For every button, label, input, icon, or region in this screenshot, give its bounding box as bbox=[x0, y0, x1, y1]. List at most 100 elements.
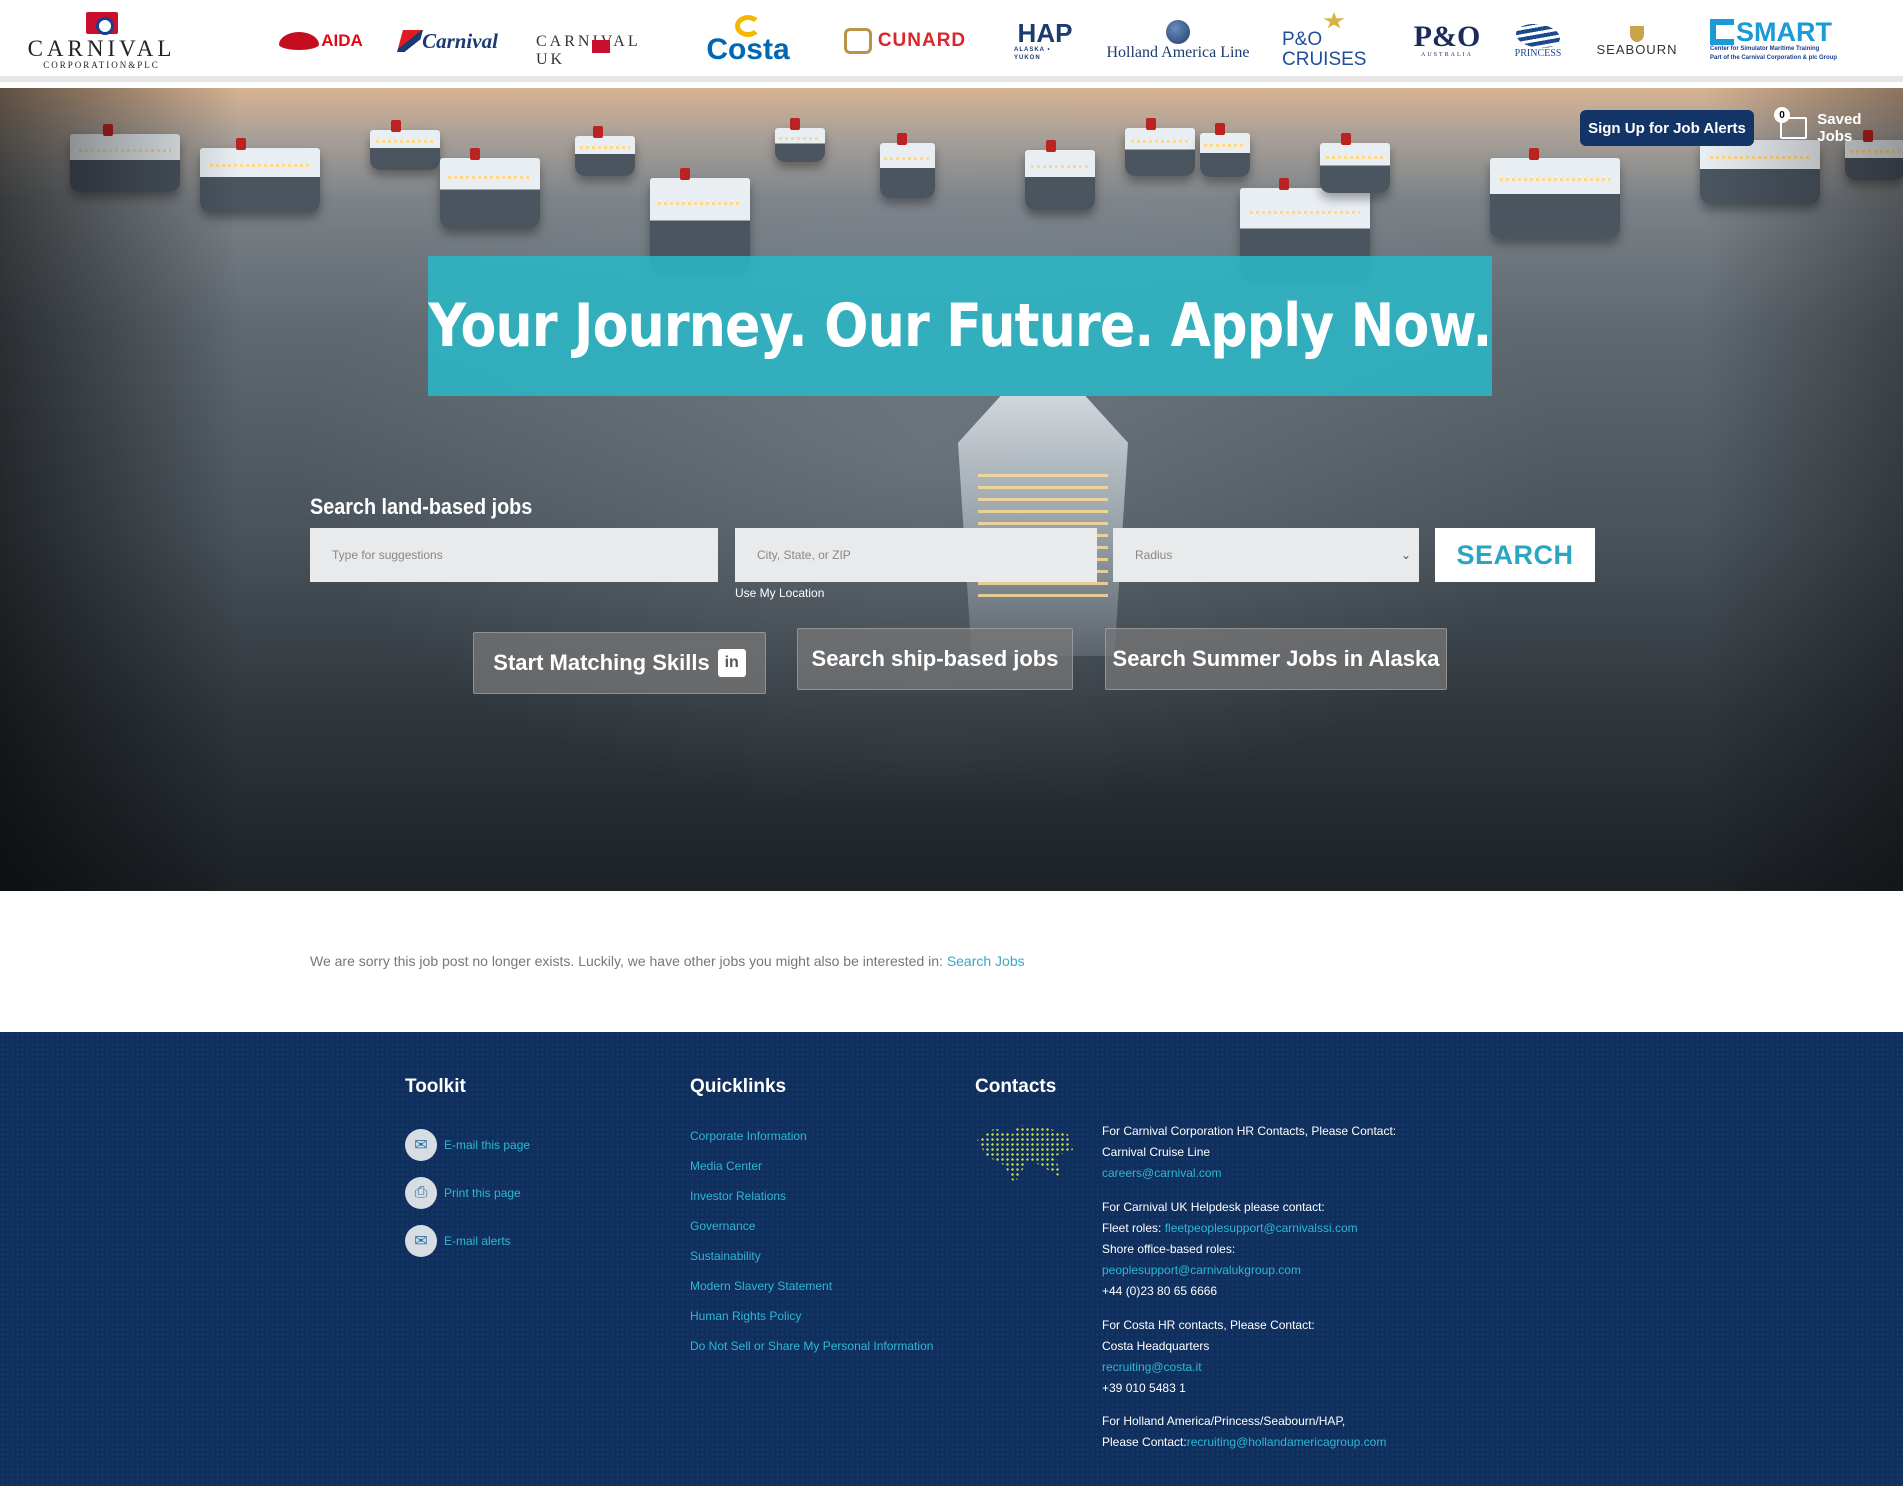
footer bbox=[0, 1032, 1903, 1486]
contact-text: Please Contact: bbox=[1102, 1435, 1187, 1449]
csmart-c-icon bbox=[1710, 19, 1734, 45]
quicklink-item[interactable]: Modern Slavery Statement bbox=[690, 1279, 832, 1293]
brand-aida-label: AIDA bbox=[321, 31, 363, 50]
keyword-input[interactable]: Type for suggestions bbox=[310, 528, 718, 582]
hero-headline-box: Your Journey. Our Future. Apply Now. bbox=[428, 256, 1492, 396]
alaska-jobs-button[interactable]: Search Summer Jobs in Alaska bbox=[1105, 628, 1447, 690]
brand-hap-sub: ALASKA • YUKON bbox=[1014, 47, 1051, 61]
brand-csmart-sub2: Part of the Carnival Corporation & plc G… bbox=[1710, 55, 1838, 61]
contact-email-link[interactable]: peoplesupport@carnivalukgroup.com bbox=[1102, 1263, 1301, 1277]
start-matching-skills-button[interactable]: Start Matching Skills in bbox=[473, 632, 766, 694]
radius-placeholder: Radius bbox=[1135, 548, 1173, 562]
email-page-link[interactable]: ✉ E-mail this page bbox=[405, 1129, 530, 1161]
saved-jobs-count: 0 bbox=[1774, 107, 1790, 123]
quicklink-item[interactable]: Investor Relations bbox=[690, 1189, 786, 1203]
quicklink-item[interactable]: Sustainability bbox=[690, 1249, 761, 1263]
cunard-crest-icon bbox=[843, 28, 872, 54]
contact-line: Please Contact:recruiting@hollandamerica… bbox=[1102, 1435, 1386, 1449]
logo-line1: CARNIVAL bbox=[27, 36, 176, 61]
brand-po-australia-label: P&O bbox=[1413, 20, 1481, 53]
brand-po-australia[interactable]: P&O AUSTRALIA bbox=[1413, 0, 1481, 82]
contact-text: For Holland America/Princess/Seabourn/HA… bbox=[1102, 1414, 1346, 1428]
saved-jobs-label: Saved Jobs bbox=[1817, 111, 1862, 145]
search-jobs-link[interactable]: Search Jobs bbox=[947, 953, 1025, 969]
contact-line: Fleet roles: fleetpeoplesupport@carnival… bbox=[1102, 1221, 1358, 1235]
brand-cunard-label: CUNARD bbox=[877, 30, 967, 51]
brand-csmart-label: SMART bbox=[1736, 17, 1832, 47]
email-alerts-link[interactable]: ✉ E-mail alerts bbox=[405, 1225, 511, 1257]
brand-hap-label: HAP bbox=[1017, 18, 1073, 48]
folder-icon: 0 bbox=[1774, 107, 1808, 139]
chevron-down-icon: ⌄ bbox=[1400, 548, 1411, 562]
brand-costa[interactable]: Costa bbox=[704, 0, 792, 82]
contact-text: Carnival Cruise Line bbox=[1102, 1145, 1211, 1159]
contact-text: Shore office-based roles: bbox=[1102, 1242, 1236, 1256]
flag-icon bbox=[592, 40, 610, 53]
brand-seabourn[interactable]: SEABOURN bbox=[1594, 0, 1680, 82]
brand-princess-label: PRINCESS bbox=[1514, 47, 1562, 59]
job-alerts-button[interactable]: Sign Up for Job Alerts bbox=[1580, 110, 1754, 146]
contact-email-link[interactable]: fleetpeoplesupport@carnivalssi.com bbox=[1165, 1221, 1358, 1235]
brand-carnival-uk[interactable]: CARNIVAL UK bbox=[536, 0, 672, 82]
quicklink-item[interactable]: Corporate Information bbox=[690, 1129, 807, 1143]
brand-po-cruises[interactable]: P&O CRUISES bbox=[1282, 0, 1386, 82]
radius-select[interactable]: Radius ⌄ bbox=[1113, 528, 1419, 582]
toolkit-title: Toolkit bbox=[405, 1076, 466, 1097]
star-icon bbox=[1323, 12, 1345, 29]
brand-po-cruises-label: P&O CRUISES bbox=[1282, 29, 1367, 70]
job-not-found-text: We are sorry this job post no longer exi… bbox=[310, 953, 943, 969]
aida-lips-icon bbox=[279, 32, 320, 50]
brand-hap[interactable]: HAP ALASKA • YUKON bbox=[1014, 0, 1076, 82]
contact-text: For Carnival Corporation HR Contacts, Pl… bbox=[1102, 1124, 1397, 1138]
seabourn-shield-icon bbox=[1630, 25, 1644, 42]
brand-aida[interactable]: AIDA bbox=[276, 0, 366, 82]
seawitch-icon bbox=[1516, 23, 1560, 48]
brand-carnival[interactable]: Carnival bbox=[397, 0, 500, 82]
brand-po-australia-sub: AUSTRALIA bbox=[1421, 52, 1473, 58]
hero-headline: Your Journey. Our Future. Apply Now. bbox=[428, 291, 1492, 361]
contact-text: For Costa HR contacts, Please Contact: bbox=[1102, 1318, 1315, 1332]
quicklink-item[interactable]: Media Center bbox=[690, 1159, 762, 1173]
ship-based-jobs-button[interactable]: Search ship-based jobs bbox=[797, 628, 1073, 690]
brand-carnival-label: Carnival bbox=[422, 28, 498, 53]
brand-csmart-sub: Center for Simulator Maritime Training bbox=[1710, 46, 1820, 52]
envelope-icon: ✉ bbox=[405, 1129, 437, 1161]
email-alert-icon: ✉ bbox=[405, 1225, 437, 1257]
flag-icon bbox=[85, 12, 118, 35]
hero-banner bbox=[0, 88, 1903, 891]
toolkit-label: E-mail this page bbox=[444, 1138, 531, 1152]
location-input[interactable]: City, State, or ZIP bbox=[735, 528, 1097, 582]
contact-text: Fleet roles: bbox=[1102, 1221, 1165, 1235]
job-not-found-message: We are sorry this job post no longer exi… bbox=[310, 953, 1025, 969]
funnel-icon bbox=[397, 30, 424, 52]
toolkit-label: Print this page bbox=[444, 1186, 521, 1200]
quicklink-item[interactable]: Do Not Sell or Share My Personal Informa… bbox=[690, 1339, 933, 1353]
contact-text: For Carnival UK Helpdesk please contact: bbox=[1102, 1200, 1325, 1214]
quicklinks-title: Quicklinks bbox=[690, 1076, 787, 1097]
brand-cunard[interactable]: CUNARD bbox=[836, 0, 974, 82]
search-title: Search land-based jobs bbox=[310, 494, 533, 519]
brand-princess[interactable]: PRINCESS bbox=[1510, 0, 1566, 82]
quicklink-item[interactable]: Human Rights Policy bbox=[690, 1309, 801, 1323]
saved-jobs-link[interactable]: 0 Saved Jobs bbox=[1774, 107, 1898, 146]
linkedin-icon: in bbox=[717, 649, 746, 677]
contact-text: Costa Headquarters bbox=[1102, 1339, 1210, 1353]
start-matching-label: Start Matching Skills bbox=[493, 650, 710, 675]
brand-csmart[interactable]: SMART Center for Simulator Maritime Trai… bbox=[1710, 0, 1874, 82]
contacts-title: Contacts bbox=[975, 1076, 1057, 1097]
brand-costa-label: Costa bbox=[706, 33, 790, 66]
quicklink-item[interactable]: Governance bbox=[690, 1219, 755, 1233]
brand-holland-america[interactable]: Holland America Line bbox=[1106, 0, 1250, 82]
contact-email-link[interactable]: recruiting@costa.it bbox=[1102, 1360, 1202, 1374]
contact-email-link[interactable]: careers@carnival.com bbox=[1102, 1166, 1222, 1180]
logo-line2: CORPORATION&PLC bbox=[43, 60, 160, 70]
contact-phone: +44 (0)23 80 65 6666 bbox=[1102, 1284, 1218, 1298]
use-my-location-link[interactable]: Use My Location bbox=[735, 586, 824, 600]
toolkit-label: E-mail alerts bbox=[444, 1234, 511, 1248]
brand-holland-america-label: Holland America Line bbox=[1106, 44, 1250, 61]
search-button[interactable]: SEARCH bbox=[1435, 528, 1595, 582]
brand-bar: CARNIVAL CORPORATION&PLC AIDA Carnival C… bbox=[0, 0, 1903, 82]
carnival-corporation-logo[interactable]: CARNIVAL CORPORATION&PLC bbox=[24, 12, 179, 72]
contact-email-link[interactable]: recruiting@hollandamericagroup.com bbox=[1187, 1435, 1387, 1449]
print-page-link[interactable]: ⎙ Print this page bbox=[405, 1177, 521, 1209]
